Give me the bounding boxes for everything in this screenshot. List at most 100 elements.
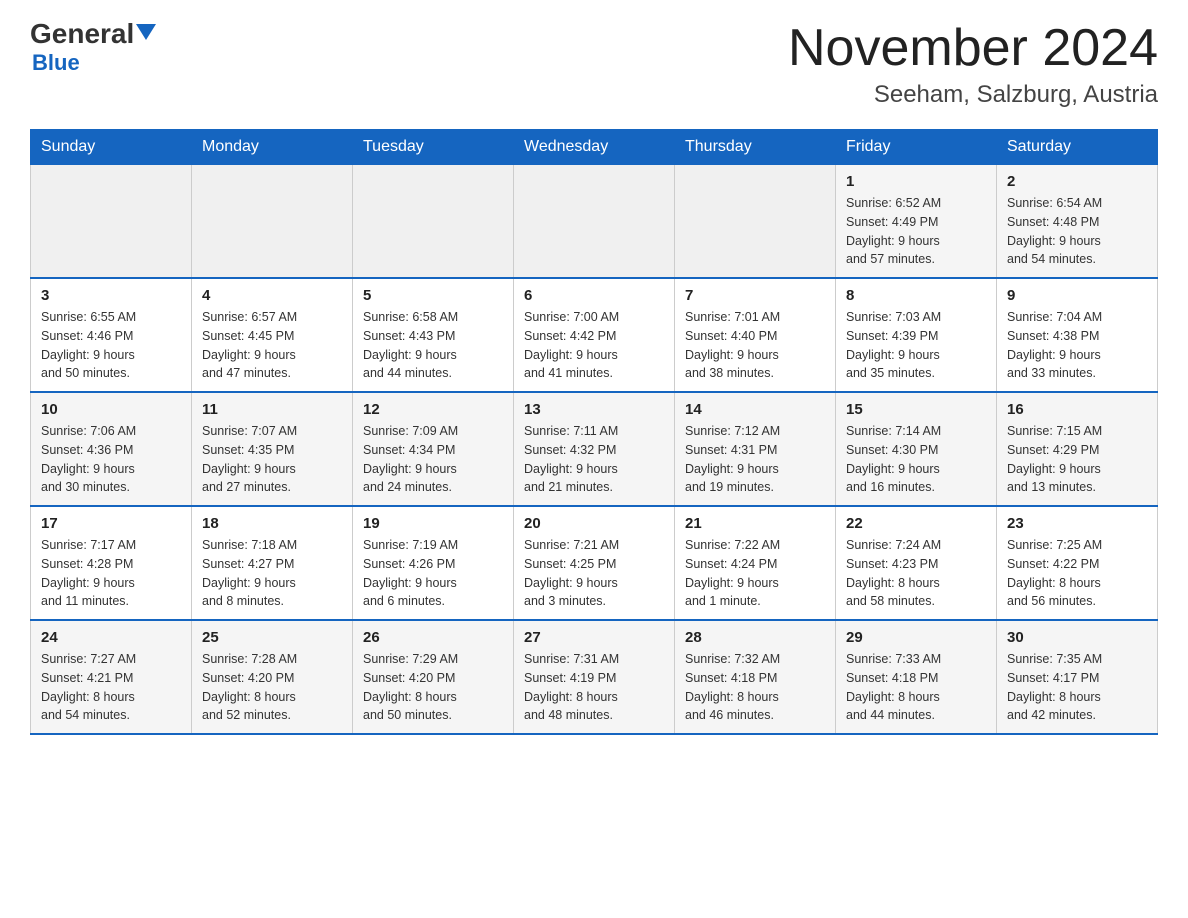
calendar-cell: 8 Sunrise: 7:03 AM Sunset: 4:39 PM Daylig… (836, 278, 997, 392)
calendar-cell (514, 165, 675, 279)
calendar-header: SundayMondayTuesdayWednesdayThursdayFrid… (31, 130, 1158, 165)
calendar-cell: 23Sunrise: 7:25 AM Sunset: 4:22 PM Dayli… (997, 506, 1158, 620)
logo-general-text: General (30, 18, 156, 49)
day-info: Sunrise: 7:14 AM Sunset: 4:30 PM Dayligh… (846, 422, 986, 497)
day-number: 5 (363, 287, 503, 304)
day-info: Sunrise: 6:54 AM Sunset: 4:48 PM Dayligh… (1007, 194, 1147, 269)
weekday-header-wednesday: Wednesday (514, 130, 675, 165)
day-info: Sunrise: 7:21 AM Sunset: 4:25 PM Dayligh… (524, 536, 664, 611)
calendar-cell: 14 Sunrise: 7:12 AM Sunset: 4:31 PM Dayli… (675, 392, 836, 506)
calendar-cell: 11 Sunrise: 7:07 AM Sunset: 4:35 PM Dayli… (192, 392, 353, 506)
calendar-cell: 15 Sunrise: 7:14 AM Sunset: 4:30 PM Dayli… (836, 392, 997, 506)
day-number: 8 (846, 287, 986, 304)
day-number: 18 (202, 515, 342, 532)
calendar-cell (675, 165, 836, 279)
day-info: Sunrise: 7:19 AM Sunset: 4:26 PM Dayligh… (363, 536, 503, 611)
title-area: November 2024 Seeham, Salzburg, Austria (788, 20, 1158, 109)
day-info: Sunrise: 6:58 AM Sunset: 4:43 PM Dayligh… (363, 308, 503, 383)
day-number: 29 (846, 629, 986, 646)
day-info: Sunrise: 7:04 AM Sunset: 4:38 PM Dayligh… (1007, 308, 1147, 383)
day-info: Sunrise: 6:57 AM Sunset: 4:45 PM Dayligh… (202, 308, 342, 383)
day-number: 27 (524, 629, 664, 646)
calendar-cell: 27 Sunrise: 7:31 AM Sunset: 4:19 PM Dayli… (514, 620, 675, 734)
calendar-cell: 16 Sunrise: 7:15 AM Sunset: 4:29 PM Dayli… (997, 392, 1158, 506)
calendar-cell: 18 Sunrise: 7:18 AM Sunset: 4:27 PM Dayli… (192, 506, 353, 620)
calendar-cell: 2Sunrise: 6:54 AM Sunset: 4:48 PM Daylig… (997, 165, 1158, 279)
day-number: 3 (41, 287, 181, 304)
day-info: Sunrise: 7:35 AM Sunset: 4:17 PM Dayligh… (1007, 650, 1147, 725)
calendar-cell: 24Sunrise: 7:27 AM Sunset: 4:21 PM Dayli… (31, 620, 192, 734)
calendar-cell (353, 165, 514, 279)
day-info: Sunrise: 7:06 AM Sunset: 4:36 PM Dayligh… (41, 422, 181, 497)
day-info: Sunrise: 7:18 AM Sunset: 4:27 PM Dayligh… (202, 536, 342, 611)
calendar-cell: 30 Sunrise: 7:35 AM Sunset: 4:17 PM Dayli… (997, 620, 1158, 734)
day-info: Sunrise: 7:25 AM Sunset: 4:22 PM Dayligh… (1007, 536, 1147, 611)
calendar-row: 17 Sunrise: 7:17 AM Sunset: 4:28 PM Dayli… (31, 506, 1158, 620)
header: General Blue November 2024 Seeham, Salzb… (30, 20, 1158, 109)
day-number: 30 (1007, 629, 1147, 646)
day-info: Sunrise: 7:17 AM Sunset: 4:28 PM Dayligh… (41, 536, 181, 611)
calendar-cell: 6Sunrise: 7:00 AM Sunset: 4:42 PM Daylig… (514, 278, 675, 392)
calendar-row: 10 Sunrise: 7:06 AM Sunset: 4:36 PM Dayli… (31, 392, 1158, 506)
calendar-cell: 12Sunrise: 7:09 AM Sunset: 4:34 PM Dayli… (353, 392, 514, 506)
calendar-cell: 9 Sunrise: 7:04 AM Sunset: 4:38 PM Daylig… (997, 278, 1158, 392)
location-title: Seeham, Salzburg, Austria (788, 81, 1158, 109)
day-info: Sunrise: 7:28 AM Sunset: 4:20 PM Dayligh… (202, 650, 342, 725)
day-number: 13 (524, 401, 664, 418)
calendar-cell: 22Sunrise: 7:24 AM Sunset: 4:23 PM Dayli… (836, 506, 997, 620)
day-info: Sunrise: 7:09 AM Sunset: 4:34 PM Dayligh… (363, 422, 503, 497)
calendar-row: 24Sunrise: 7:27 AM Sunset: 4:21 PM Dayli… (31, 620, 1158, 734)
weekday-header-sunday: Sunday (31, 130, 192, 165)
calendar-cell: 26 Sunrise: 7:29 AM Sunset: 4:20 PM Dayli… (353, 620, 514, 734)
calendar-cell: 25 Sunrise: 7:28 AM Sunset: 4:20 PM Dayli… (192, 620, 353, 734)
day-number: 4 (202, 287, 342, 304)
day-info: Sunrise: 7:03 AM Sunset: 4:39 PM Dayligh… (846, 308, 986, 383)
logo-area: General Blue (30, 20, 156, 76)
calendar-cell: 20Sunrise: 7:21 AM Sunset: 4:25 PM Dayli… (514, 506, 675, 620)
day-info: Sunrise: 6:52 AM Sunset: 4:49 PM Dayligh… (846, 194, 986, 269)
calendar-row: 1Sunrise: 6:52 AM Sunset: 4:49 PM Daylig… (31, 165, 1158, 279)
calendar-cell: 29 Sunrise: 7:33 AM Sunset: 4:18 PM Dayli… (836, 620, 997, 734)
day-info: Sunrise: 6:55 AM Sunset: 4:46 PM Dayligh… (41, 308, 181, 383)
day-info: Sunrise: 7:29 AM Sunset: 4:20 PM Dayligh… (363, 650, 503, 725)
calendar-cell (192, 165, 353, 279)
calendar-cell: 10 Sunrise: 7:06 AM Sunset: 4:36 PM Dayli… (31, 392, 192, 506)
day-info: Sunrise: 7:33 AM Sunset: 4:18 PM Dayligh… (846, 650, 986, 725)
day-number: 11 (202, 401, 342, 418)
calendar-row: 3 Sunrise: 6:55 AM Sunset: 4:46 PM Daylig… (31, 278, 1158, 392)
calendar-cell: 28 Sunrise: 7:32 AM Sunset: 4:18 PM Dayli… (675, 620, 836, 734)
day-number: 16 (1007, 401, 1147, 418)
day-number: 25 (202, 629, 342, 646)
day-info: Sunrise: 7:12 AM Sunset: 4:31 PM Dayligh… (685, 422, 825, 497)
day-number: 15 (846, 401, 986, 418)
day-number: 17 (41, 515, 181, 532)
weekday-header-friday: Friday (836, 130, 997, 165)
logo-blue-text: Blue (32, 50, 80, 76)
weekday-header-thursday: Thursday (675, 130, 836, 165)
calendar-cell: 21Sunrise: 7:22 AM Sunset: 4:24 PM Dayli… (675, 506, 836, 620)
day-number: 22 (846, 515, 986, 532)
day-number: 26 (363, 629, 503, 646)
calendar-cell: 1Sunrise: 6:52 AM Sunset: 4:49 PM Daylig… (836, 165, 997, 279)
calendar-cell (31, 165, 192, 279)
logo: General (30, 20, 156, 48)
calendar-cell: 7Sunrise: 7:01 AM Sunset: 4:40 PM Daylig… (675, 278, 836, 392)
day-number: 10 (41, 401, 181, 418)
day-number: 9 (1007, 287, 1147, 304)
day-number: 19 (363, 515, 503, 532)
day-info: Sunrise: 7:07 AM Sunset: 4:35 PM Dayligh… (202, 422, 342, 497)
day-info: Sunrise: 7:15 AM Sunset: 4:29 PM Dayligh… (1007, 422, 1147, 497)
calendar-cell: 4 Sunrise: 6:57 AM Sunset: 4:45 PM Daylig… (192, 278, 353, 392)
day-number: 6 (524, 287, 664, 304)
weekday-header-saturday: Saturday (997, 130, 1158, 165)
day-info: Sunrise: 7:31 AM Sunset: 4:19 PM Dayligh… (524, 650, 664, 725)
day-info: Sunrise: 7:01 AM Sunset: 4:40 PM Dayligh… (685, 308, 825, 383)
day-info: Sunrise: 7:11 AM Sunset: 4:32 PM Dayligh… (524, 422, 664, 497)
calendar-cell: 19 Sunrise: 7:19 AM Sunset: 4:26 PM Dayli… (353, 506, 514, 620)
day-number: 21 (685, 515, 825, 532)
day-info: Sunrise: 7:32 AM Sunset: 4:18 PM Dayligh… (685, 650, 825, 725)
day-number: 28 (685, 629, 825, 646)
calendar-table: SundayMondayTuesdayWednesdayThursdayFrid… (30, 129, 1158, 735)
weekday-header-row: SundayMondayTuesdayWednesdayThursdayFrid… (31, 130, 1158, 165)
day-number: 14 (685, 401, 825, 418)
